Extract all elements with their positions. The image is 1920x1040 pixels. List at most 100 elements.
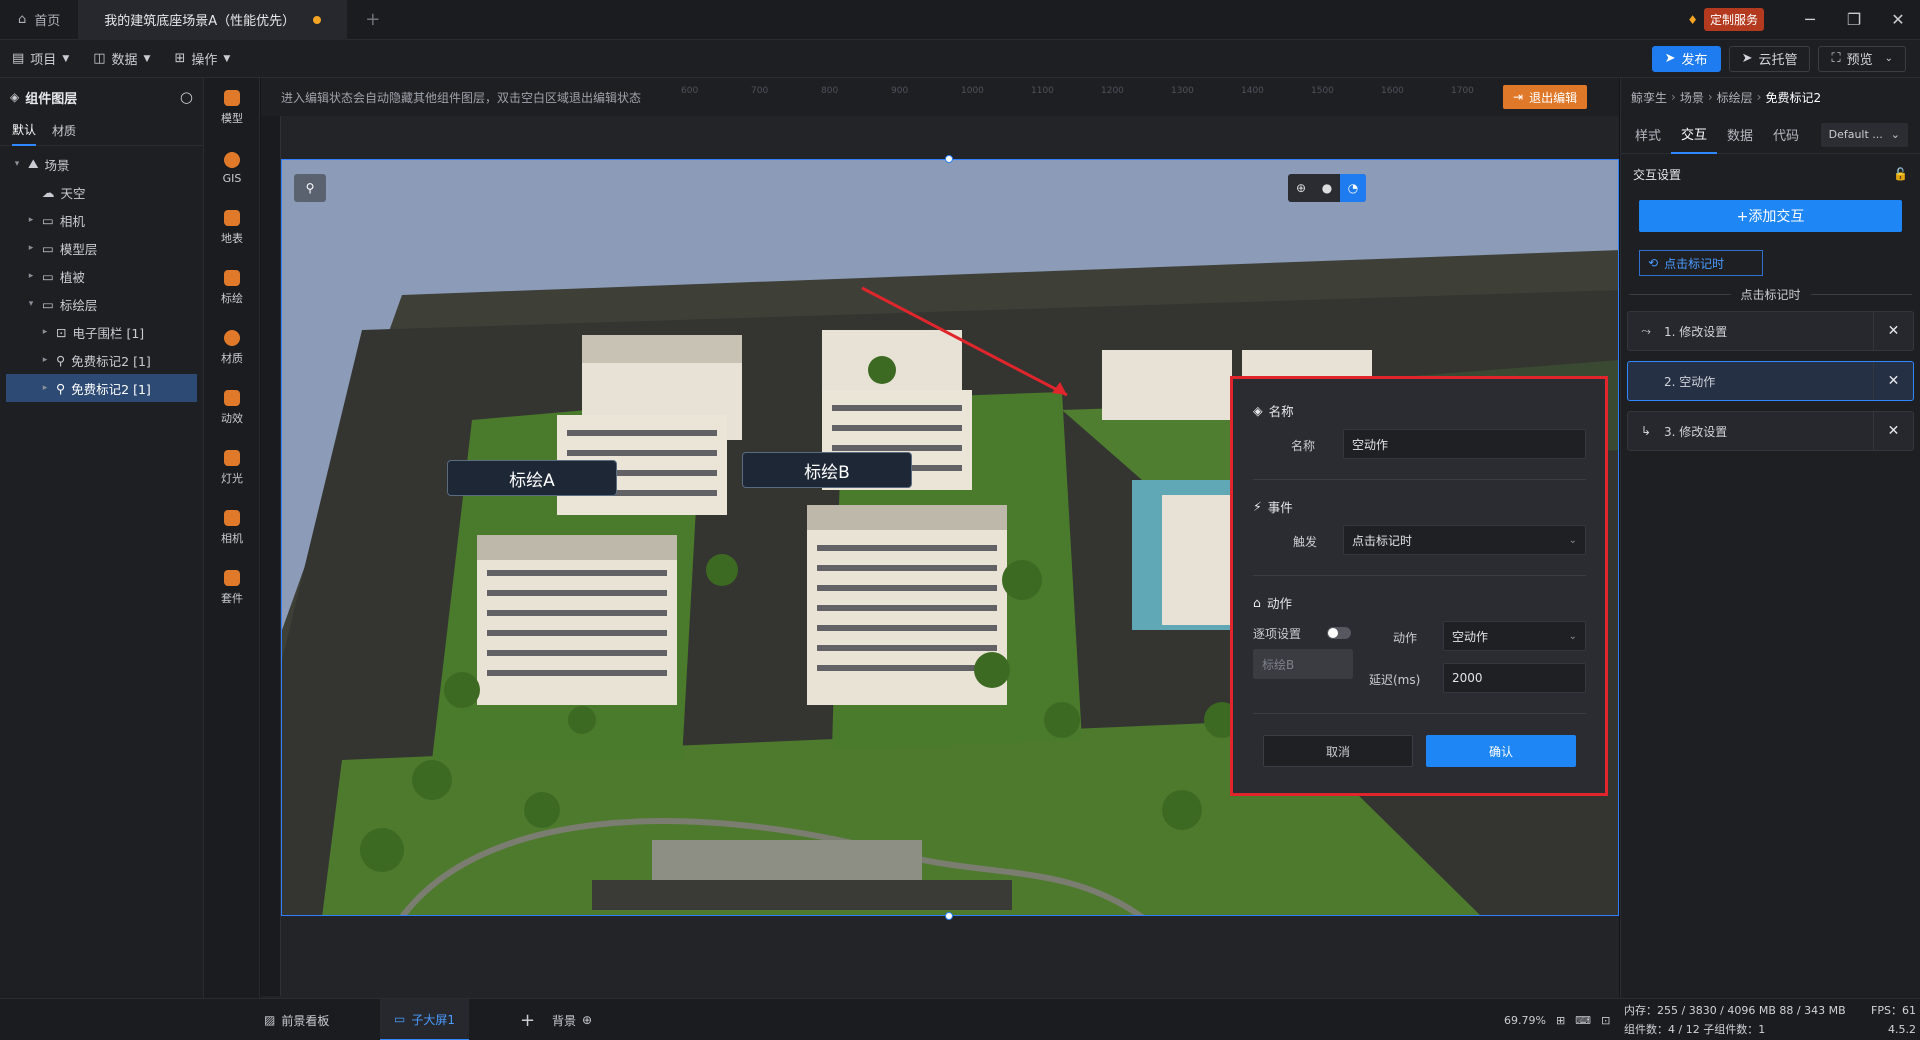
action-item[interactable]: 2. 空动作 ✕ bbox=[1627, 361, 1914, 401]
fit-icon[interactable]: ⊞ bbox=[1556, 1014, 1565, 1027]
breadcrumb-item[interactable]: 标绘层 bbox=[1717, 89, 1753, 106]
tool-model[interactable]: 模型 bbox=[204, 78, 260, 138]
bottom-tab-foreground[interactable]: ▨ 前景看板 bbox=[264, 999, 329, 1040]
event-chip[interactable]: ⟲ 点击标记时 bbox=[1639, 250, 1763, 276]
layer-tree-item[interactable]: ▸ ▭ 模型层 bbox=[6, 234, 197, 262]
diamond-icon: ◈ bbox=[1253, 403, 1263, 418]
expand-arrow-icon[interactable]: ▸ bbox=[40, 383, 50, 393]
name-field-label: 名称 bbox=[1291, 439, 1316, 453]
group-divider: 点击标记时 bbox=[1629, 286, 1913, 303]
item-setting-toggle[interactable] bbox=[1327, 627, 1351, 639]
location-button[interactable]: ⚲ bbox=[294, 174, 326, 202]
layer-tree-item[interactable]: ▸ ⊡ 电子围栏 [1] bbox=[6, 318, 197, 346]
custom-service-button[interactable]: ♦ 定制服务 bbox=[1687, 8, 1764, 31]
tab-default[interactable]: 默认 bbox=[12, 115, 37, 146]
layer-tree-item[interactable]: ▸ ▭ 植被 bbox=[6, 262, 197, 290]
chevron-down-icon: ⌄ bbox=[1568, 630, 1577, 642]
layer-tree-item[interactable]: ☁ 天空 bbox=[6, 178, 197, 206]
add-interaction-button[interactable]: +添加交互 bbox=[1639, 200, 1902, 232]
menu-data[interactable]: ◫ 数据 ▼ bbox=[81, 40, 162, 78]
tab-interaction[interactable]: 交互 bbox=[1671, 116, 1718, 154]
layer-tree-item[interactable]: ▾ ▭ 标绘层 bbox=[6, 290, 197, 318]
menu-data-label: 数据 bbox=[111, 53, 138, 68]
event-section-title: ⚡ 事件 bbox=[1253, 497, 1293, 516]
confirm-button[interactable]: 确认 bbox=[1426, 735, 1576, 767]
tool-material[interactable]: 材质 bbox=[204, 318, 260, 378]
selection-handle-top[interactable] bbox=[945, 155, 953, 163]
grid-icon: ⊞ bbox=[174, 51, 186, 66]
marker-label-a[interactable]: 标绘A bbox=[447, 460, 617, 496]
expand-arrow-icon[interactable]: ▾ bbox=[12, 159, 22, 169]
menu-operate[interactable]: ⊞ 操作 ▼ bbox=[162, 40, 242, 78]
expand-arrow-icon[interactable]: ▸ bbox=[26, 271, 36, 281]
action-item-label: 3. 修改设置 bbox=[1664, 424, 1728, 439]
layer-tree-item[interactable]: ▸ ⚲ 免费标记2 [1] bbox=[6, 346, 197, 374]
preview-button[interactable]: ⛶ 预览 ⌄ bbox=[1818, 45, 1906, 72]
add-screen-button[interactable]: + bbox=[520, 999, 535, 1040]
interaction-section-header: 交互设置 🔓 bbox=[1621, 154, 1920, 194]
item-target-field[interactable]: 标绘B bbox=[1253, 649, 1353, 679]
tool-kit[interactable]: 套件 bbox=[204, 558, 260, 618]
expand-arrow-icon[interactable]: ▸ bbox=[26, 215, 36, 225]
tool-camera[interactable]: 相机 bbox=[204, 498, 260, 558]
home-tab[interactable]: ⌂ 首页 bbox=[0, 0, 78, 40]
close-icon[interactable]: ✕ bbox=[1873, 362, 1913, 400]
expand-arrow-icon[interactable]: ▸ bbox=[40, 355, 50, 365]
bottom-tab-subscreen[interactable]: ▭ 子大屏1 bbox=[380, 999, 469, 1040]
cloud-host-button[interactable]: ➤ 云托管 bbox=[1728, 45, 1811, 72]
menu-project[interactable]: ▤ 项目 ▼ bbox=[0, 40, 81, 78]
tool-marker[interactable]: 标绘 bbox=[204, 258, 260, 318]
expand-arrow-icon[interactable]: ▾ bbox=[26, 299, 36, 309]
camera-icon bbox=[224, 510, 240, 526]
close-window-button[interactable]: ✕ bbox=[1876, 0, 1920, 40]
close-icon[interactable]: ✕ bbox=[1873, 312, 1913, 350]
layer-tree-item[interactable]: ▾ ⛰ 场景 bbox=[6, 150, 197, 178]
tool-gis[interactable]: GIS bbox=[204, 138, 260, 198]
document-tab[interactable]: 我的建筑底座场景A（性能优先） bbox=[78, 0, 348, 40]
name-input[interactable]: 空动作 bbox=[1343, 429, 1586, 459]
selection-handle-bottom[interactable] bbox=[945, 912, 953, 920]
publish-button[interactable]: ➤ 发布 bbox=[1651, 45, 1721, 72]
layer-tree-item-label: 模型层 bbox=[59, 241, 98, 257]
breadcrumb-item[interactable]: 场景 bbox=[1680, 89, 1704, 106]
globe-view-button[interactable]: ⊕ bbox=[1288, 174, 1314, 202]
tool-effect[interactable]: 动效 bbox=[204, 378, 260, 438]
exit-edit-button[interactable]: ⇥ 退出编辑 bbox=[1503, 85, 1588, 109]
action-select[interactable]: 空动作 ⌄ bbox=[1443, 621, 1586, 651]
expand-arrow-icon[interactable]: ▸ bbox=[40, 327, 50, 337]
expand-arrow-icon[interactable]: ▸ bbox=[26, 243, 36, 253]
marker-label-b[interactable]: 标绘B bbox=[742, 452, 912, 488]
delay-input[interactable]: 2000 bbox=[1443, 663, 1586, 693]
background-button[interactable]: 背景 ⊕ bbox=[552, 999, 592, 1040]
action-item[interactable]: ⤳ 1. 修改设置 ✕ bbox=[1627, 311, 1914, 351]
edit-notice-bar: 进入编辑状态会自动隐藏其他组件图层，双击空白区域退出编辑状态 600 700 800… bbox=[261, 78, 1619, 116]
zoom-level[interactable]: 69.79% bbox=[1504, 1014, 1546, 1027]
tab-code[interactable]: 代码 bbox=[1763, 116, 1809, 154]
restore-button[interactable]: ❐ bbox=[1832, 0, 1876, 40]
breadcrumb-item[interactable]: 鲸孪生 bbox=[1631, 89, 1667, 106]
database-icon: ◫ bbox=[93, 51, 106, 66]
tab-material[interactable]: 材质 bbox=[52, 116, 76, 145]
close-icon[interactable]: ✕ bbox=[1873, 412, 1913, 450]
keyboard-icon[interactable]: ⌨ bbox=[1575, 1014, 1591, 1027]
layer-tree-item[interactable]: ▸ ⚲ 免费标记2 [1] bbox=[6, 374, 197, 402]
trigger-select[interactable]: 点击标记时 ⌄ bbox=[1343, 525, 1586, 555]
action-item[interactable]: ↳ 3. 修改设置 ✕ bbox=[1627, 411, 1914, 451]
clock-view-button[interactable]: ◔ bbox=[1340, 174, 1366, 202]
solid-view-button[interactable]: ● bbox=[1314, 174, 1340, 202]
tool-light[interactable]: 灯光 bbox=[204, 438, 260, 498]
chevron-down-icon: ▼ bbox=[223, 53, 231, 64]
confirm-label: 确认 bbox=[1488, 744, 1513, 759]
terminal-icon[interactable]: ⊡ bbox=[1601, 1014, 1610, 1027]
add-tab-button[interactable]: + bbox=[347, 0, 398, 40]
cancel-button[interactable]: 取消 bbox=[1263, 735, 1413, 767]
tab-style[interactable]: 样式 bbox=[1625, 116, 1671, 154]
tab-data[interactable]: 数据 bbox=[1717, 116, 1763, 154]
minimize-button[interactable]: ─ bbox=[1788, 0, 1832, 40]
search-icon[interactable]: ○ bbox=[180, 88, 193, 106]
theme-select[interactable]: Default ... ⌄ bbox=[1820, 122, 1908, 147]
layer-tree-item[interactable]: ▸ ▭ 相机 bbox=[6, 206, 197, 234]
menu-operate-label: 操作 bbox=[191, 53, 218, 68]
lock-icon[interactable]: 🔓 bbox=[1893, 167, 1908, 181]
tool-terrain[interactable]: 地表 bbox=[204, 198, 260, 258]
